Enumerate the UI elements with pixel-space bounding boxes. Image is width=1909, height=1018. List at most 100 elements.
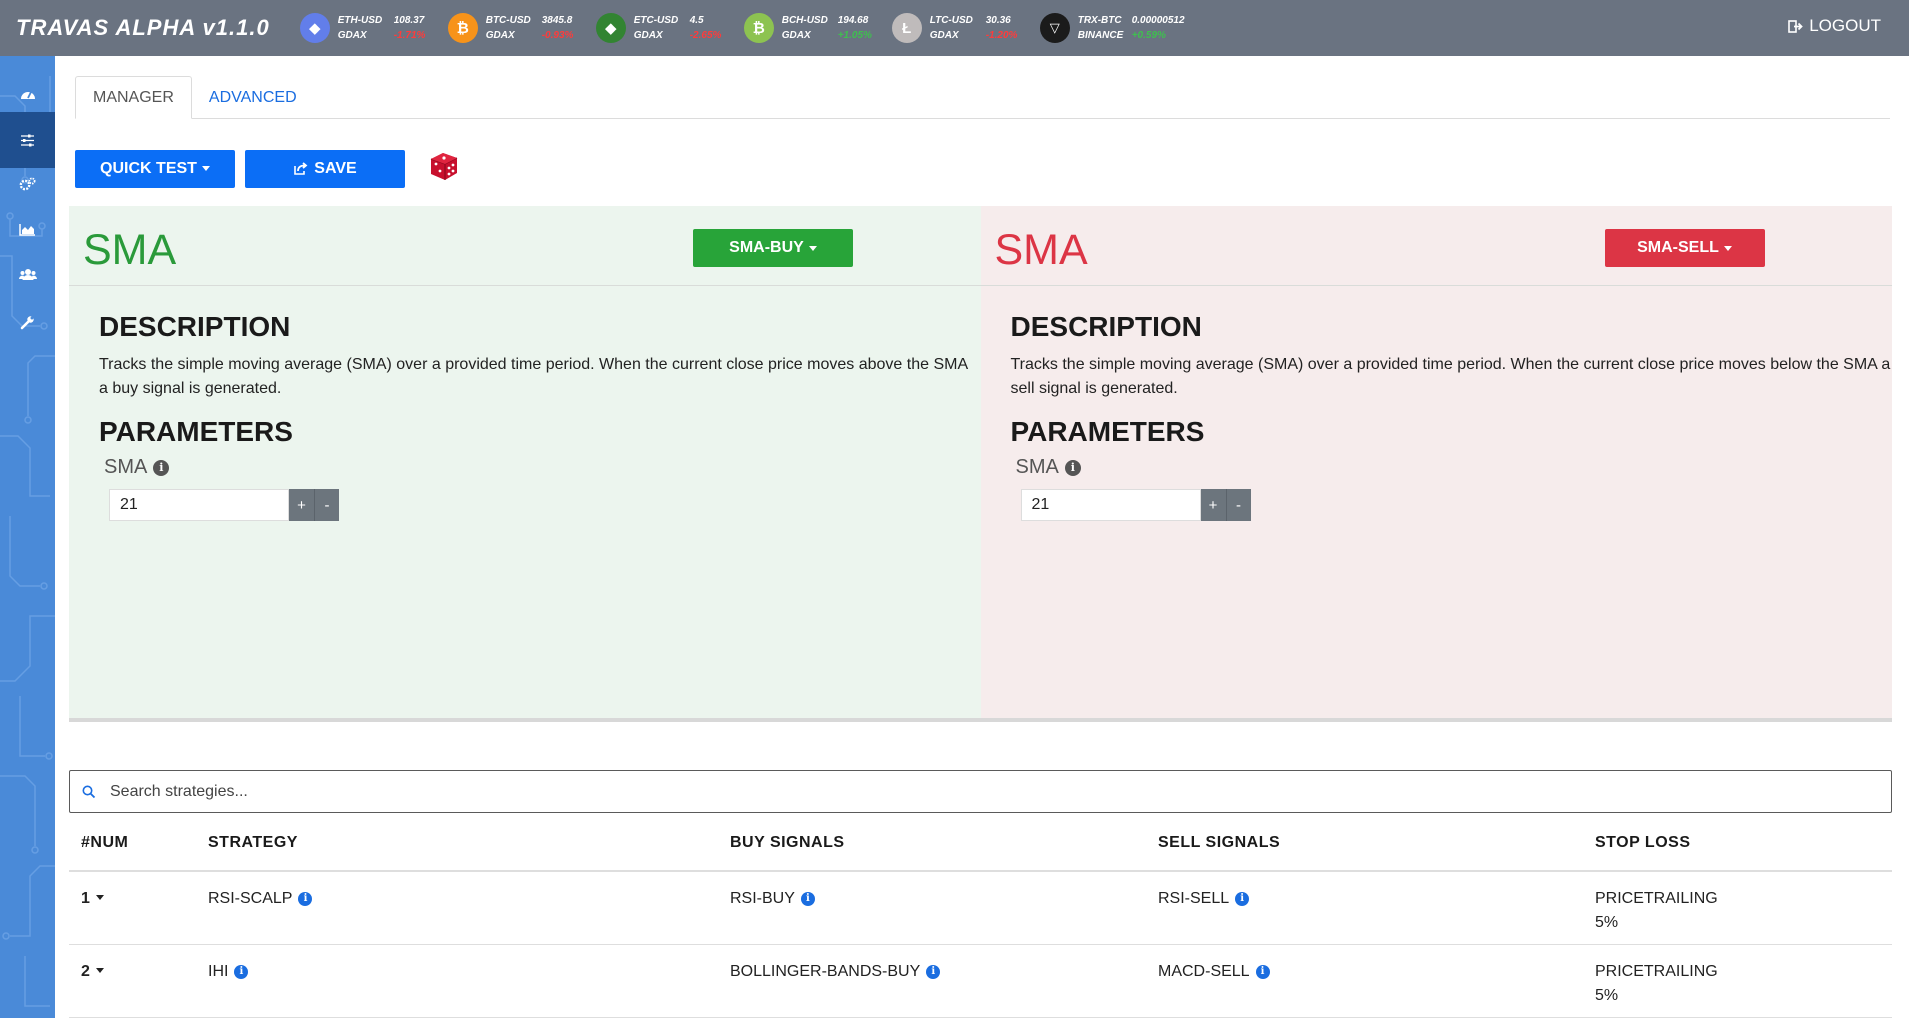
buy-param-label: SMA i <box>104 456 170 479</box>
sell-signal-name: MACD-SELL <box>1158 963 1250 980</box>
buy-sma-input[interactable] <box>109 489 289 521</box>
ticker-exchange: GDAX <box>929 30 959 41</box>
stop-loss-type: PRICETRAILING <box>1595 890 1718 907</box>
ticker-change: +0.59% <box>1131 30 1166 41</box>
chevron-down-icon <box>808 245 817 251</box>
ticker-item: ◆ ETH-USD 108.37 GDAX -1.71% <box>299 13 438 43</box>
buy-parameters-heading: PARAMETERS <box>99 416 293 447</box>
sidebar <box>0 56 55 1018</box>
sell-parameters-heading: PARAMETERS <box>1010 416 1205 447</box>
info-icon[interactable]: i <box>926 965 941 979</box>
logout-label: LOGOUT <box>1809 16 1881 35</box>
table-row: 2 IHI i BOLLINGER-BANDS-BUY i MACD-SELL … <box>69 945 1892 1018</box>
header-num[interactable]: #NUM <box>69 834 208 852</box>
litecoin-icon: Ł <box>891 13 922 43</box>
ticker-price: 4.5 <box>689 15 704 26</box>
info-icon[interactable]: i <box>1255 965 1270 979</box>
signal-panels: SMA SMA-BUY DESCRIPTION Tracks the simpl… <box>69 206 1892 722</box>
sell-description-text: Tracks the simple moving average (SMA) o… <box>1010 356 1891 397</box>
ticker-pair: BCH-USD <box>781 15 828 26</box>
buy-panel-title: SMA <box>83 226 177 274</box>
ticker-exchange: GDAX <box>633 30 663 41</box>
header-sell-signals[interactable]: SELL SIGNALS <box>1158 834 1595 852</box>
users-icon <box>18 268 37 280</box>
ticker-change: -2.65% <box>689 30 722 41</box>
info-icon[interactable]: i <box>1235 892 1250 906</box>
ticker-item: ₿ BTC-USD 3845.8 GDAX -0.93% <box>447 13 586 43</box>
strategies-table: #NUM STRATEGY BUY SIGNALS SELL SIGNALS S… <box>69 816 1892 1018</box>
ticker-item: Ł LTC-USD 30.36 GDAX -1.20% <box>891 13 1030 43</box>
sell-sma-decrement-button[interactable]: - <box>1225 489 1251 521</box>
buy-signal-name: BOLLINGER-BANDS-BUY <box>730 963 921 980</box>
strategy-name: IHI <box>208 963 229 980</box>
ticker-price: 108.37 <box>393 15 425 26</box>
dashboard-icon <box>20 91 35 99</box>
ticker-item: ₿ BCH-USD 194.68 GDAX +1.05% <box>743 13 882 43</box>
info-icon[interactable]: i <box>800 892 815 906</box>
info-icon[interactable]: i <box>1064 459 1081 476</box>
save-button[interactable]: SAVE <box>245 149 405 188</box>
buy-signal-name: RSI-BUY <box>730 890 795 907</box>
sell-description-heading: DESCRIPTION <box>1010 311 1202 342</box>
sell-param-label: SMA i <box>1016 456 1081 479</box>
ticker-price: 0.00000512 <box>1131 15 1185 26</box>
sell-sma-input[interactable] <box>1020 489 1201 521</box>
quick-test-label: QUICK TEST <box>100 159 197 177</box>
bitcoin-icon: ₿ <box>447 13 478 43</box>
dice-icon[interactable] <box>427 149 461 188</box>
buy-description-text: Tracks the simple moving average (SMA) o… <box>99 356 968 397</box>
buy-sma-decrement-button[interactable]: - <box>314 489 339 521</box>
save-label: SAVE <box>314 159 357 177</box>
tab-manager[interactable]: MANAGER <box>75 76 192 119</box>
logout-button[interactable]: LOGOUT <box>1788 16 1881 36</box>
tab-advanced[interactable]: ADVANCED <box>192 76 314 119</box>
info-icon[interactable]: i <box>298 892 313 906</box>
header-stop-loss[interactable]: STOP LOSS <box>1595 834 1892 852</box>
sma-buy-dropdown-button[interactable]: SMA-BUY <box>693 229 853 267</box>
ticker-exchange: GDAX <box>337 30 367 41</box>
ticker-price: 194.68 <box>837 15 869 26</box>
ticker-strip: ◆ ETH-USD 108.37 GDAX -1.71% ₿ BTC-USD 3845… <box>299 13 1212 43</box>
ticker-item: ◆ ETC-USD 4.5 GDAX -2.65% <box>595 13 734 43</box>
quick-test-button[interactable]: QUICK TEST <box>75 149 235 188</box>
row-number: 2 <box>81 963 90 980</box>
buy-sma-increment-button[interactable]: + <box>289 489 314 521</box>
sell-panel-header: SMA SMA-SELL <box>980 206 1892 286</box>
ticker-pair: BTC-USD <box>485 15 531 26</box>
header-buy-signals[interactable]: BUY SIGNALS <box>730 834 1158 852</box>
tab-bar: MANAGER ADVANCED <box>75 76 1890 119</box>
share-icon <box>294 162 308 175</box>
info-icon[interactable]: i <box>234 965 249 979</box>
buy-panel-header: SMA SMA-BUY <box>69 206 981 286</box>
ticker-change: -1.71% <box>393 30 426 41</box>
header-strategy[interactable]: STRATEGY <box>208 834 730 852</box>
row-number-dropdown[interactable]: 2 <box>81 960 104 984</box>
ethereum-classic-icon: ◆ <box>595 13 626 43</box>
chevron-down-icon <box>95 894 104 900</box>
info-icon[interactable]: i <box>153 459 170 476</box>
sell-signal-name: RSI-SELL <box>1158 890 1230 907</box>
bitcoin-cash-icon: ₿ <box>743 13 774 43</box>
cogs-icon <box>19 177 36 191</box>
buy-panel: SMA SMA-BUY DESCRIPTION Tracks the simpl… <box>69 206 981 718</box>
strategy-name: RSI-SCALP <box>208 890 293 907</box>
table-row: 1 RSI-SCALP i RSI-BUY i RSI-SELL i PRICE… <box>69 872 1892 945</box>
sma-sell-dropdown-button[interactable]: SMA-SELL <box>1604 229 1765 267</box>
stop-loss-value: 5% <box>1595 987 1619 1004</box>
buy-sma-stepper: + - <box>109 489 339 521</box>
sell-sma-increment-button[interactable]: + <box>1200 489 1226 521</box>
strategy-search-bar <box>69 770 1892 813</box>
sma-sell-label: SMA-SELL <box>1637 239 1719 256</box>
ticker-price: 3845.8 <box>541 15 573 26</box>
sell-panel-title: SMA <box>994 226 1088 274</box>
sidebar-item-tools[interactable] <box>0 294 55 350</box>
ticker-exchange: BINANCE <box>1077 30 1124 41</box>
ticker-exchange: GDAX <box>485 30 515 41</box>
ticker-pair: LTC-USD <box>929 15 973 26</box>
chevron-down-icon <box>1723 245 1732 251</box>
sell-sma-stepper: + - <box>1020 489 1251 521</box>
ticker-price: 30.36 <box>985 15 1011 26</box>
search-input[interactable] <box>110 782 1810 801</box>
sma-buy-label: SMA-BUY <box>729 239 804 256</box>
row-number-dropdown[interactable]: 1 <box>81 887 104 911</box>
